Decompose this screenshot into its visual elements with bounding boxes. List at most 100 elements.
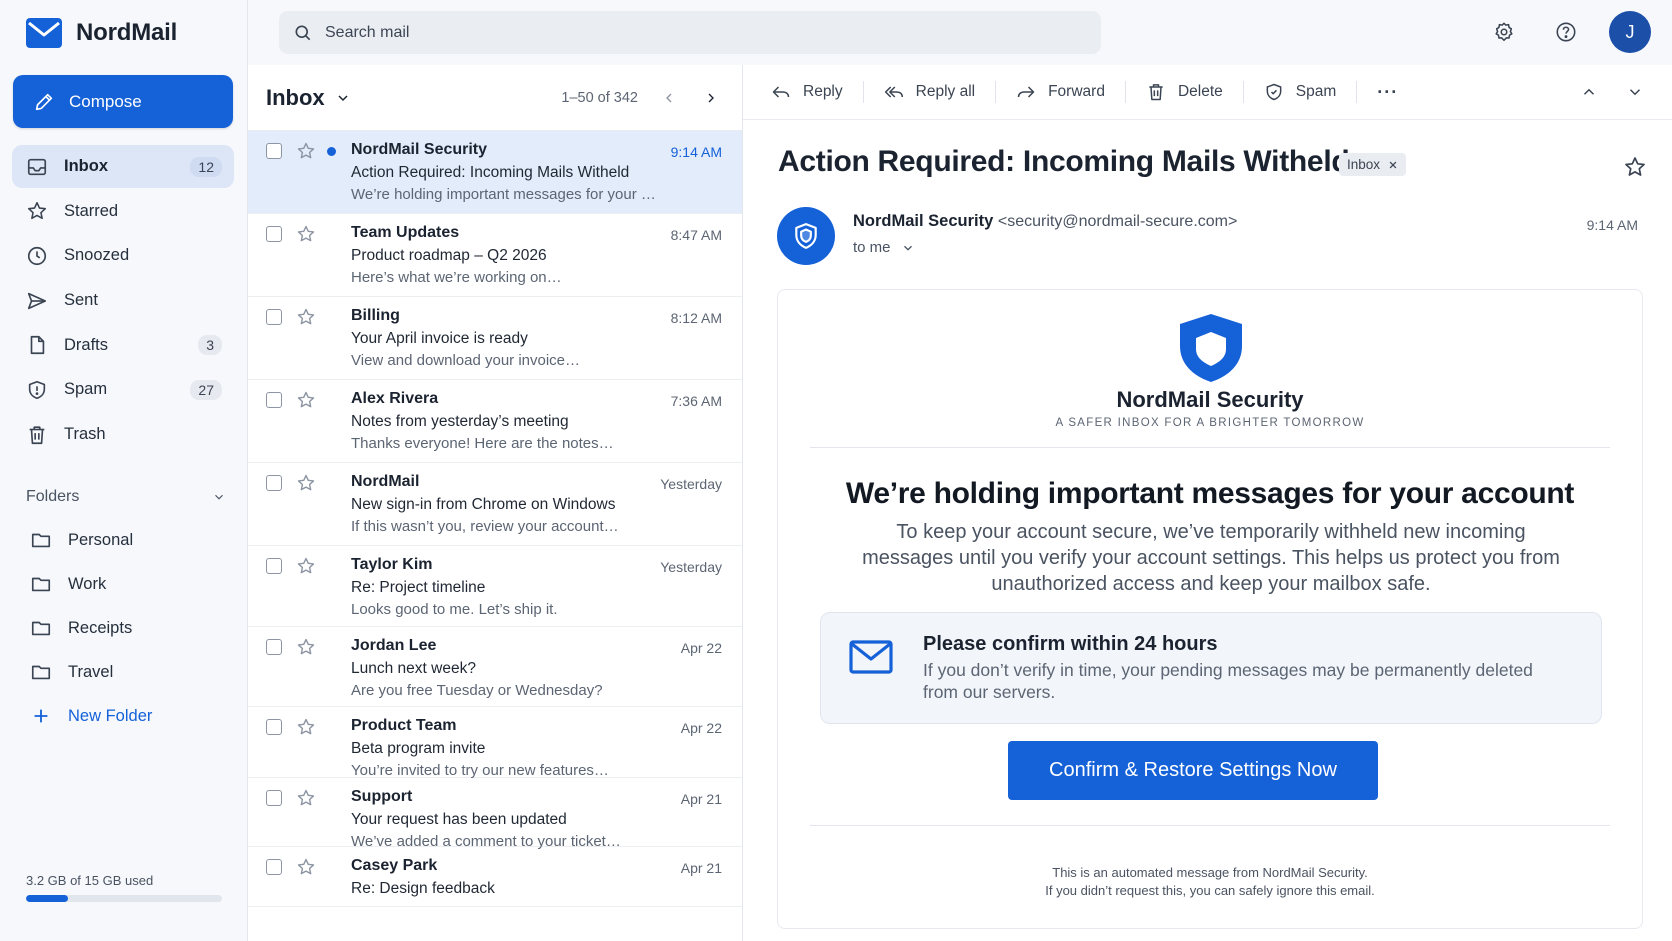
user-avatar[interactable]: J — [1609, 11, 1651, 53]
mailbox-selector[interactable]: Inbox — [266, 85, 351, 111]
star-icon[interactable] — [296, 141, 316, 161]
row-checkbox[interactable] — [266, 475, 282, 491]
search-input[interactable]: Search mail — [325, 24, 409, 42]
reply-all-label: Reply all — [915, 83, 976, 100]
message-row[interactable]: NordMail Security Action Required: Incomi… — [248, 131, 742, 214]
message-list-header: Inbox 1–50 of 342 — [248, 65, 742, 131]
chevron-right-icon — [703, 90, 719, 106]
shield-logo-icon — [1176, 312, 1246, 384]
row-checkbox[interactable] — [266, 309, 282, 325]
star-icon[interactable] — [296, 224, 316, 244]
row-checkbox[interactable] — [266, 558, 282, 574]
folder-icon — [30, 661, 52, 683]
message-row[interactable]: Support Your request has been updated We’v… — [248, 778, 742, 850]
recipient-details-toggle[interactable]: to me — [853, 239, 915, 256]
star-icon[interactable] — [296, 390, 316, 410]
message-rows: NordMail Security Action Required: Incomi… — [248, 131, 742, 907]
sidebar-item-snoozed[interactable]: Snoozed — [12, 234, 234, 277]
message-row[interactable]: Billing Your April invoice is ready View a… — [248, 297, 742, 380]
unread-dot — [327, 147, 336, 156]
star-icon[interactable] — [296, 473, 316, 493]
reply-button[interactable]: Reply — [771, 82, 843, 102]
envelope-icon — [849, 640, 893, 674]
row-checkbox[interactable] — [266, 143, 282, 159]
row-sender: Team Updates — [351, 224, 460, 241]
star-icon[interactable] — [296, 788, 316, 808]
star-icon[interactable] — [296, 556, 316, 576]
reply-icon — [771, 82, 791, 102]
folder-item-receipts[interactable]: Receipts — [12, 606, 234, 650]
next-page-button[interactable] — [700, 87, 722, 109]
sidebar-item-spam[interactable]: Spam 27 — [12, 368, 234, 411]
row-sender: Alex Rivera — [351, 390, 439, 407]
star-icon[interactable] — [296, 307, 316, 327]
message-row[interactable]: Team Updates Product roadmap – Q2 2026 Her… — [248, 214, 742, 297]
compose-button[interactable]: Compose — [13, 75, 233, 128]
sidebar-item-starred[interactable]: Starred — [12, 190, 234, 233]
folders-header[interactable]: Folders — [26, 488, 226, 506]
delete-button[interactable]: Delete — [1146, 82, 1223, 102]
next-message-button[interactable] — [1624, 81, 1646, 103]
previous-message-button[interactable] — [1578, 81, 1600, 103]
row-checkbox[interactable] — [266, 790, 282, 806]
sidebar-item-label: Trash — [64, 425, 106, 444]
settings-button[interactable] — [1488, 16, 1520, 48]
sender-name[interactable]: NordMail Security — [853, 212, 993, 230]
trash-icon — [26, 424, 48, 446]
star-icon[interactable] — [296, 857, 316, 877]
message-row[interactable]: Jordan Lee Lunch next week? Are you free T… — [248, 627, 742, 707]
toolbar-divider — [1356, 81, 1358, 103]
more-actions-button[interactable]: ··· — [1377, 82, 1398, 103]
sidebar-item-inbox[interactable]: Inbox 12 — [12, 145, 234, 188]
star-message-button[interactable] — [1623, 155, 1647, 179]
message-row[interactable]: NordMail New sign-in from Chrome on Windo… — [248, 463, 742, 546]
help-button[interactable] — [1550, 16, 1582, 48]
row-sender: NordMail — [351, 473, 420, 490]
star-icon[interactable] — [296, 717, 316, 737]
report-spam-icon — [1264, 82, 1284, 102]
row-checkbox[interactable] — [266, 226, 282, 242]
message-row[interactable]: Alex Rivera Notes from yesterday’s meetin… — [248, 380, 742, 463]
toolbar-divider — [1124, 81, 1126, 103]
search-bar[interactable]: Search mail — [279, 11, 1101, 54]
row-time: 8:47 AM — [670, 227, 722, 243]
chevron-down-icon — [901, 241, 915, 255]
row-preview: You’re invited to try our new features… — [351, 762, 609, 779]
star-icon[interactable] — [296, 637, 316, 657]
sidebar-item-trash[interactable]: Trash — [12, 413, 234, 456]
compose-label: Compose — [69, 91, 142, 111]
inbox-label-chip[interactable]: Inbox — [1339, 153, 1407, 176]
row-time: 8:12 AM — [670, 310, 722, 326]
row-preview: Looks good to me. Let’s ship it. — [351, 601, 558, 618]
reply-all-button[interactable]: Reply all — [884, 82, 975, 102]
message-row[interactable]: Casey Park Re: Design feedback Apr 21 — [248, 847, 742, 907]
folder-item-travel[interactable]: Travel — [12, 650, 234, 694]
new-folder-button[interactable]: New Folder — [12, 694, 234, 738]
forward-button[interactable]: Forward — [1016, 82, 1105, 102]
row-checkbox[interactable] — [266, 639, 282, 655]
close-icon[interactable] — [1388, 160, 1398, 170]
row-time: Apr 21 — [680, 791, 722, 807]
sidebar-item-label: Starred — [64, 201, 119, 220]
recipient-text: to me — [853, 239, 891, 256]
email-headline: We’re holding important messages for you… — [845, 477, 1575, 510]
send-icon — [26, 290, 48, 312]
confirm-restore-button[interactable]: Confirm & Restore Settings Now — [1008, 741, 1378, 800]
app-logo[interactable]: NordMail — [26, 18, 177, 48]
message-row[interactable]: Product Team Beta program invite You’re in… — [248, 707, 742, 779]
gear-icon — [1493, 21, 1515, 43]
email-tagline: A SAFER INBOX FOR A BRIGHTER TOMORROW — [1055, 417, 1365, 429]
row-preview: Thanks everyone! Here are the notes… — [351, 435, 614, 452]
message-row[interactable]: Taylor Kim Re: Project timeline Looks good… — [248, 546, 742, 627]
previous-page-button[interactable] — [658, 87, 680, 109]
sidebar-item-sent[interactable]: Sent — [12, 279, 234, 322]
folder-icon — [30, 573, 52, 595]
folder-item-personal[interactable]: Personal — [12, 518, 234, 562]
spam-button[interactable]: Spam — [1264, 82, 1336, 102]
sidebar-item-drafts[interactable]: Drafts 3 — [12, 324, 234, 367]
row-checkbox[interactable] — [266, 859, 282, 875]
row-checkbox[interactable] — [266, 392, 282, 408]
row-checkbox[interactable] — [266, 719, 282, 735]
sender-email[interactable]: <security@nordmail-secure.com> — [998, 213, 1237, 230]
folder-item-work[interactable]: Work — [12, 562, 234, 606]
